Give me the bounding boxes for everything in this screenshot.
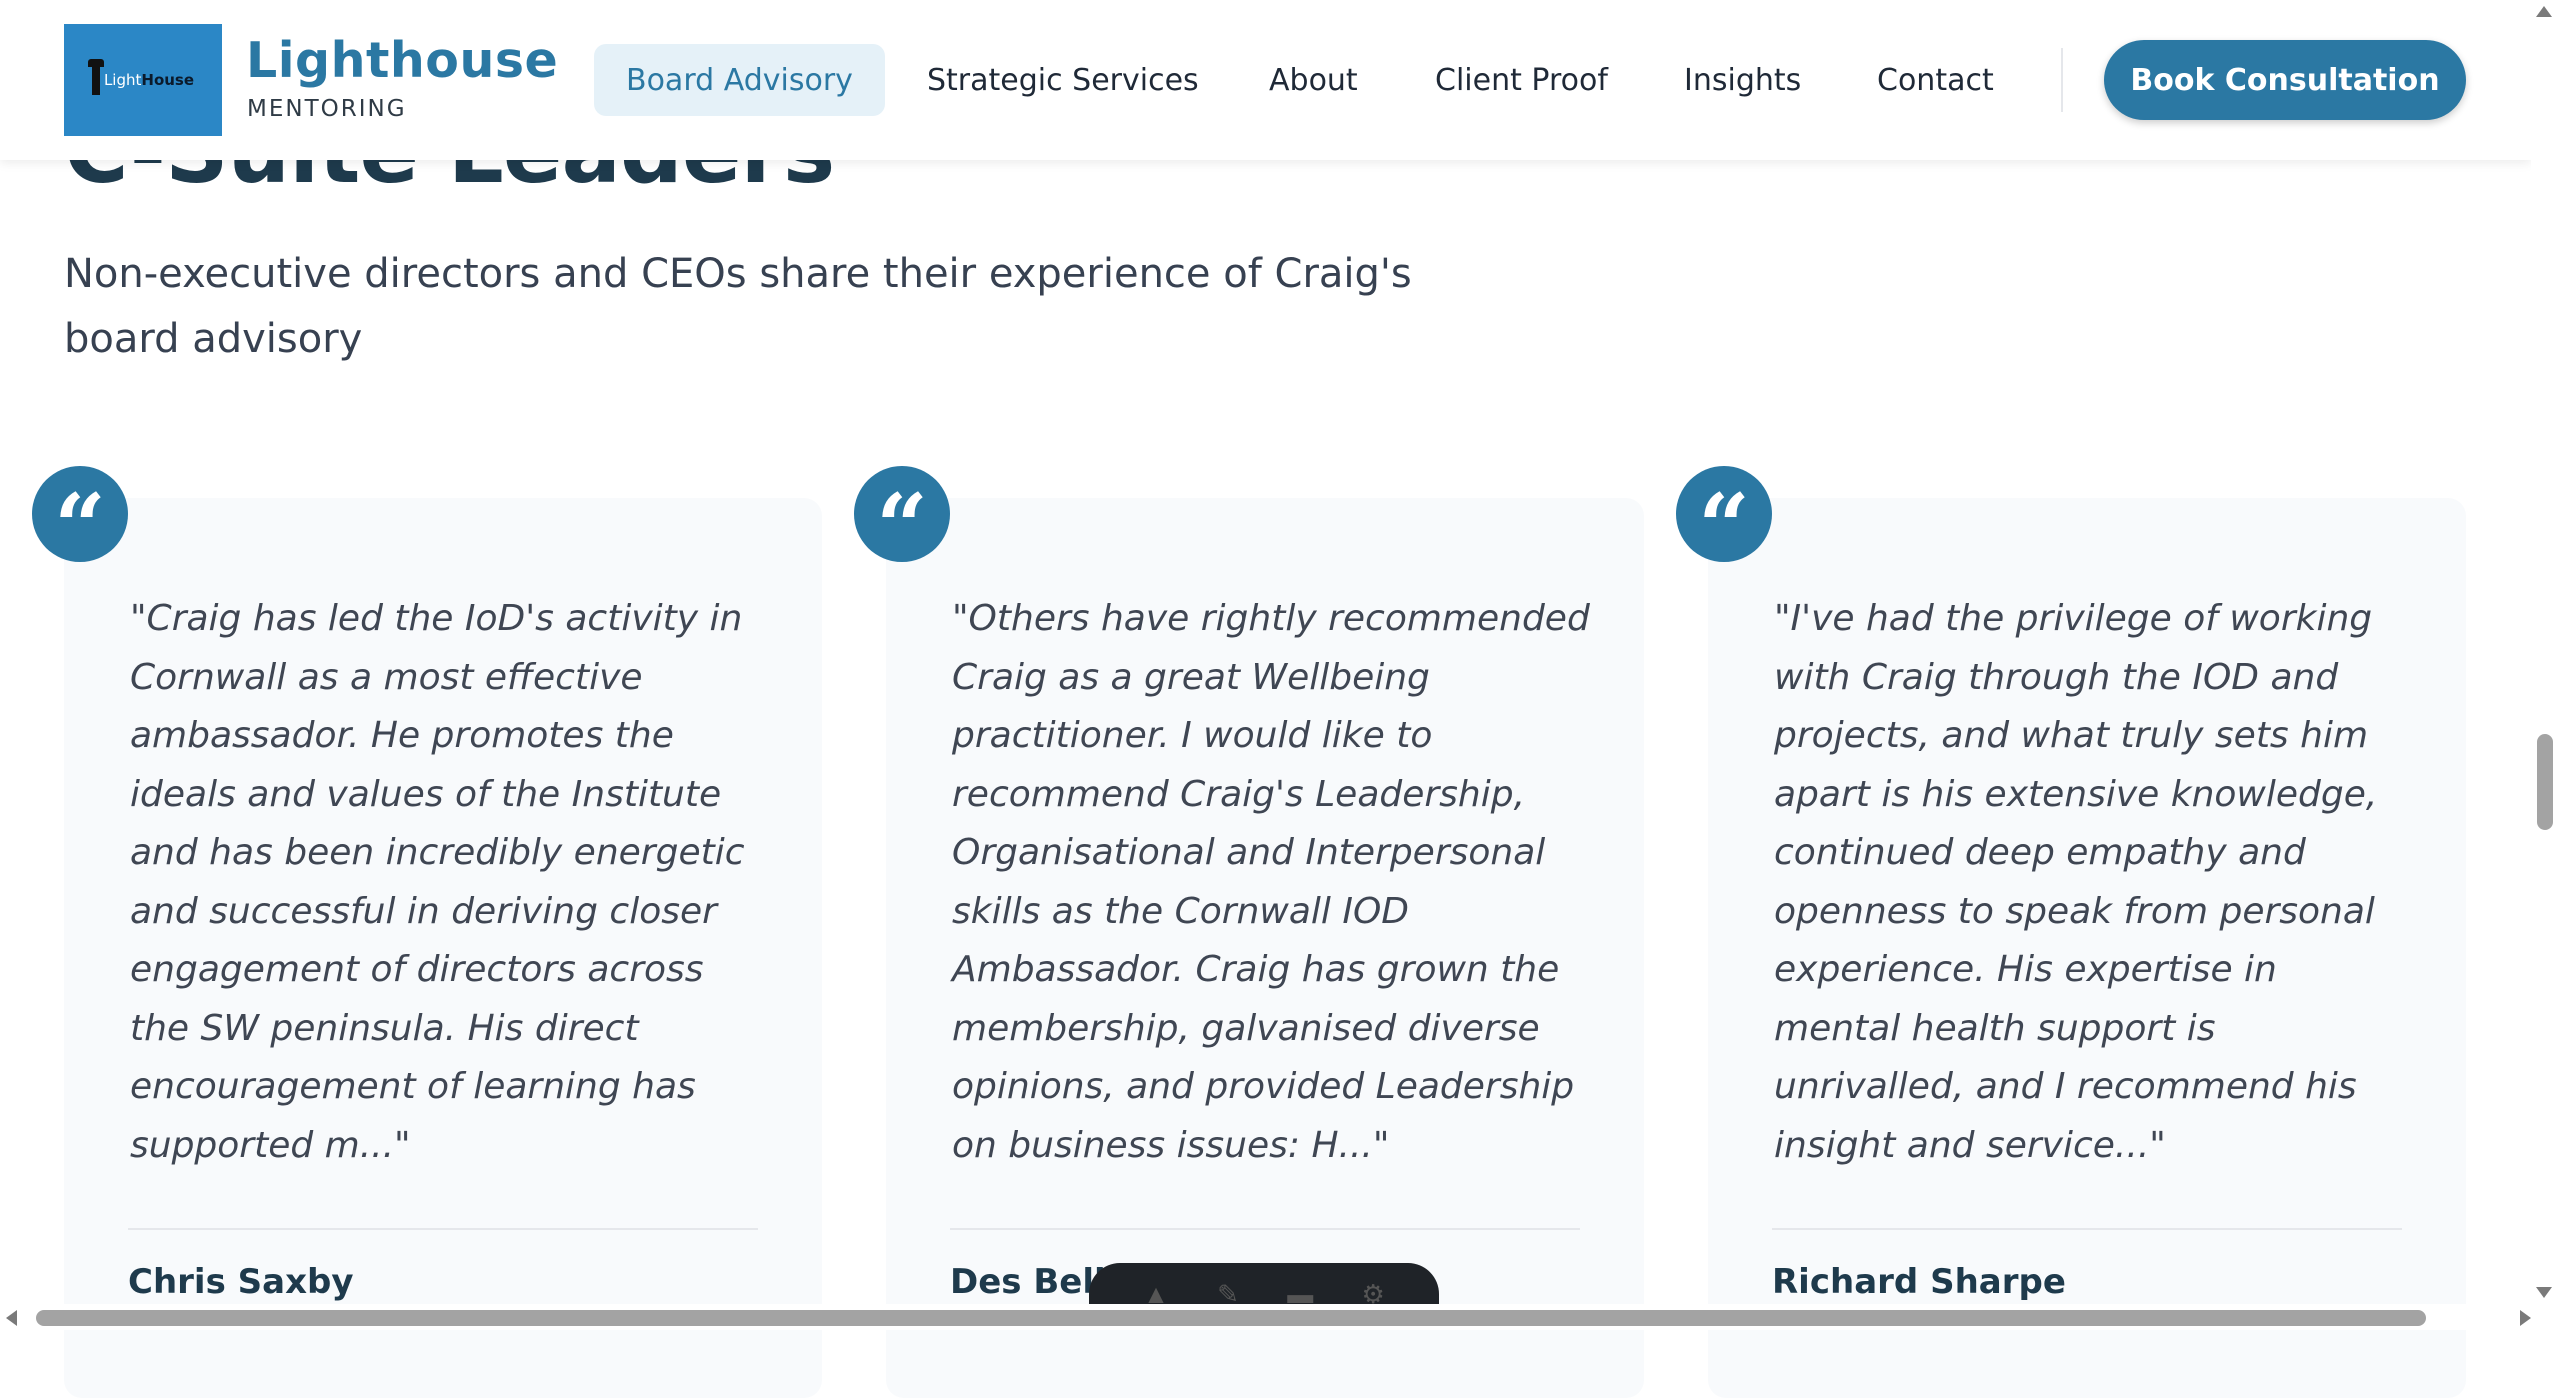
scroll-right-icon[interactable] bbox=[2520, 1310, 2531, 1326]
nav-board-advisory[interactable]: Board Advisory bbox=[594, 44, 885, 116]
testimonial-card: “ "Craig has led the IoD's activity in C… bbox=[32, 466, 822, 1398]
vertical-scrollbar[interactable] bbox=[2531, 0, 2560, 1330]
book-consultation-button[interactable]: Book Consultation bbox=[2104, 40, 2466, 120]
card-divider bbox=[1772, 1228, 2402, 1230]
nav-client-proof[interactable]: Client Proof bbox=[1403, 44, 1640, 116]
testimonial-card: “ "I've had the privilege of working wit… bbox=[1676, 466, 2466, 1398]
testimonial-quote: "I've had the privilege of working with … bbox=[1774, 598, 2378, 1166]
brand-name[interactable]: Lighthouse bbox=[246, 32, 558, 89]
scroll-left-icon[interactable] bbox=[6, 1310, 17, 1326]
card-divider bbox=[128, 1228, 758, 1230]
testimonial-author: Chris Saxby bbox=[128, 1262, 354, 1302]
testimonial-author: Des Bell bbox=[950, 1262, 1106, 1302]
nav-divider bbox=[2061, 48, 2063, 112]
testimonial-quote: "Others have rightly recommended Craig a… bbox=[952, 598, 1590, 1166]
lighthouse-icon bbox=[87, 59, 104, 95]
vertical-scroll-thumb[interactable] bbox=[2537, 734, 2553, 830]
nav-contact[interactable]: Contact bbox=[1845, 44, 2026, 116]
scroll-up-icon[interactable] bbox=[2536, 6, 2552, 17]
horizontal-scrollbar[interactable] bbox=[0, 1304, 2531, 1330]
nav-insights[interactable]: Insights bbox=[1652, 44, 1833, 116]
card-divider bbox=[950, 1228, 1580, 1230]
testimonial-author: Richard Sharpe bbox=[1772, 1262, 2066, 1302]
site-header: LightHouse Lighthouse MENTORING Board Ad… bbox=[0, 0, 2531, 160]
quote-icon: “ bbox=[1676, 466, 1772, 572]
logo[interactable]: LightHouse bbox=[64, 24, 222, 136]
scroll-down-icon[interactable] bbox=[2536, 1287, 2552, 1298]
nav-about[interactable]: About bbox=[1237, 44, 1390, 116]
logo-wordmark: LightHouse bbox=[103, 71, 195, 89]
quote-icon: “ bbox=[32, 466, 128, 572]
brand-tagline: MENTORING bbox=[247, 96, 407, 122]
quote-icon: “ bbox=[854, 466, 950, 572]
nav-strategic-services[interactable]: Strategic Services bbox=[895, 44, 1231, 116]
horizontal-scroll-thumb[interactable] bbox=[36, 1310, 2426, 1326]
testimonial-quote: "Craig has led the IoD's activity in Cor… bbox=[130, 598, 745, 1166]
section-subtitle: Non-executive directors and CEOs share t… bbox=[64, 251, 1412, 362]
